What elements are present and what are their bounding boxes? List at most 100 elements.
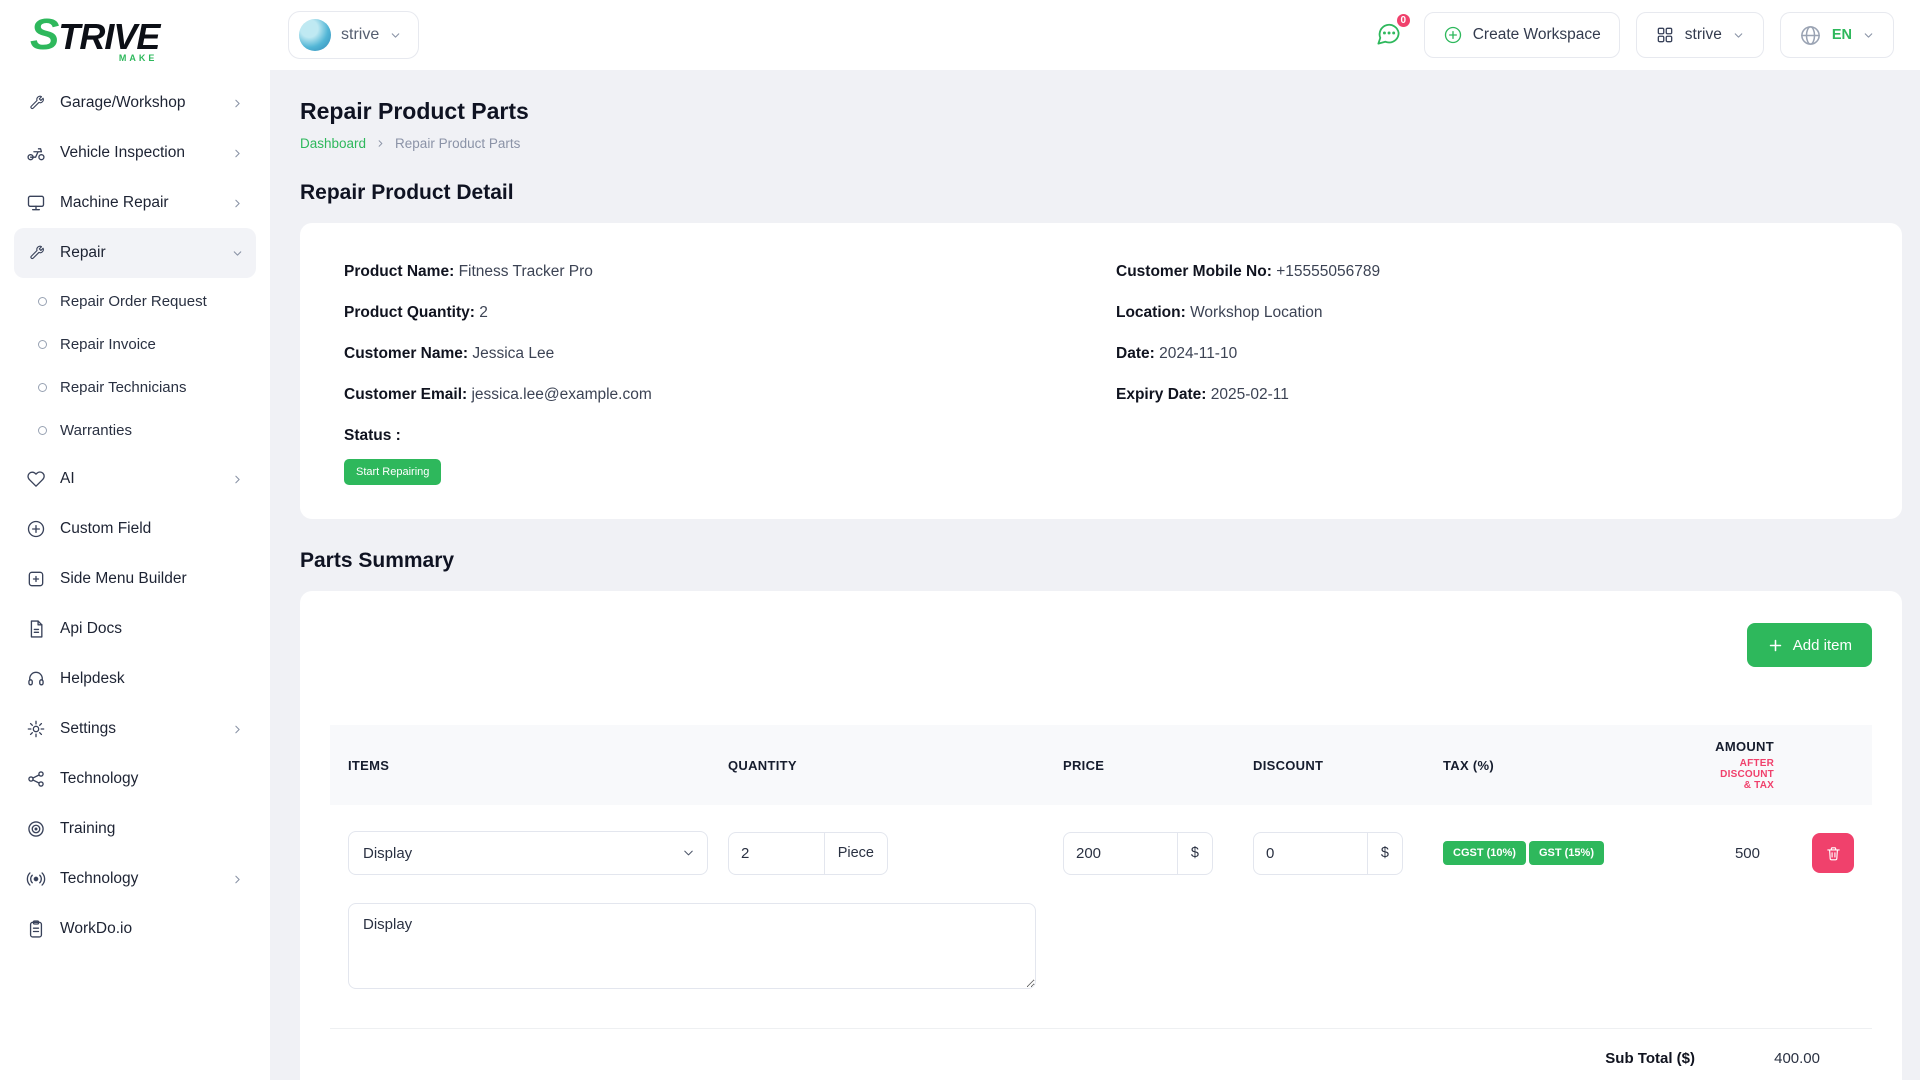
sidebar-item-label: Side Menu Builder — [60, 570, 187, 588]
chevron-down-icon — [1862, 29, 1875, 42]
price-unit: $ — [1177, 833, 1212, 874]
tax-badge-gst: GST (15%) — [1529, 841, 1604, 865]
detail-label: Product Name: — [344, 263, 454, 280]
sidebar-item-repair-invoice[interactable]: Repair Invoice — [28, 323, 256, 366]
plus-circle-icon — [1443, 25, 1463, 45]
top-header: STRIVE MAKE strive 0 Create Workspace — [0, 0, 1920, 70]
main-content: Repair Product Parts Dashboard Repair Pr… — [270, 0, 1920, 1080]
clipboard-icon — [26, 919, 46, 939]
bullet-icon — [38, 297, 47, 306]
sidebar-item-label: Settings — [60, 720, 116, 738]
price-input[interactable] — [1064, 833, 1177, 874]
breadcrumb-dashboard-link[interactable]: Dashboard — [300, 136, 366, 151]
sidebar-item-warranties[interactable]: Warranties — [28, 409, 256, 452]
breadcrumb: Dashboard Repair Product Parts — [300, 136, 1902, 151]
repair-submenu: Repair Order Request Repair Invoice Repa… — [14, 278, 256, 454]
brand-area: STRIVE MAKE — [0, 13, 270, 57]
create-workspace-label: Create Workspace — [1473, 26, 1601, 44]
chevron-down-icon — [681, 846, 696, 861]
target-icon — [26, 819, 46, 839]
sidebar-item-ai[interactable]: AI — [14, 454, 256, 504]
delete-item-button[interactable] — [1812, 833, 1854, 873]
col-amount-note: AFTER DISCOUNT & TAX — [1711, 758, 1774, 791]
sidebar-item-repair[interactable]: Repair — [14, 228, 256, 278]
parts-summary-card: Add item ITEMS QUANTITY PRICE DISCOUNT T… — [300, 591, 1902, 1080]
sidebar-item-settings[interactable]: Settings — [14, 704, 256, 754]
document-icon — [26, 619, 46, 639]
sidebar: Garage/Workshop Vehicle Inspection Machi… — [0, 70, 270, 1080]
sidebar-item-vehicle-inspection[interactable]: Vehicle Inspection — [14, 128, 256, 178]
detail-right-column: Customer Mobile No: +15555056789 Locatio… — [1116, 263, 1858, 485]
add-item-button[interactable]: Add item — [1747, 623, 1872, 667]
motorbike-icon — [26, 143, 46, 163]
detail-value: 2025-02-11 — [1211, 386, 1289, 403]
plus-circle-icon — [26, 519, 46, 539]
header-actions: 0 Create Workspace strive EN — [1369, 12, 1894, 58]
quantity-input[interactable] — [729, 833, 824, 874]
tax-cell: CGST (10%) GST (15%) — [1443, 841, 1711, 865]
sidebar-subitem-label: Repair Order Request — [60, 293, 207, 310]
detail-value: +15555056789 — [1276, 263, 1380, 280]
sidebar-item-label: WorkDo.io — [60, 920, 132, 938]
machine-icon — [26, 193, 46, 213]
sidebar-item-training[interactable]: Training — [14, 804, 256, 854]
discount-group: $ — [1253, 832, 1403, 875]
chevron-right-icon — [375, 138, 386, 149]
detail-value: Fitness Tracker Pro — [459, 263, 593, 280]
item-description-textarea[interactable]: Display — [348, 903, 1036, 989]
tax-badge-cgst: CGST (10%) — [1443, 841, 1526, 865]
workspace-name: strive — [341, 26, 379, 44]
sidebar-item-repair-technicians[interactable]: Repair Technicians — [28, 366, 256, 409]
sidebar-item-side-menu-builder[interactable]: Side Menu Builder — [14, 554, 256, 604]
sidebar-item-machine-repair[interactable]: Machine Repair — [14, 178, 256, 228]
sidebar-item-technology[interactable]: Technology — [14, 754, 256, 804]
quantity-group: Piece — [728, 832, 888, 875]
subtotal-value: 400.00 — [1695, 1050, 1820, 1067]
page-title: Repair Product Parts — [300, 98, 1902, 125]
chevron-down-icon — [1732, 29, 1745, 42]
sidebar-item-technology-2[interactable]: Technology — [14, 854, 256, 904]
account-name: strive — [1685, 26, 1722, 44]
sidebar-item-helpdesk[interactable]: Helpdesk — [14, 654, 256, 704]
col-amount: AMOUNT AFTER DISCOUNT & TAX — [1711, 739, 1774, 791]
brand-logo[interactable]: STRIVE MAKE — [30, 13, 159, 57]
sidebar-item-api-docs[interactable]: Api Docs — [14, 604, 256, 654]
share-nodes-icon — [26, 769, 46, 789]
messages-button[interactable]: 0 — [1369, 14, 1408, 56]
item-select-wrap: Display — [348, 831, 708, 875]
sidebar-subitem-label: Repair Invoice — [60, 336, 156, 353]
breadcrumb-current: Repair Product Parts — [395, 136, 520, 151]
detail-value: Jessica Lee — [472, 345, 554, 362]
bullet-icon — [38, 426, 47, 435]
workspace-switcher[interactable]: strive — [288, 11, 419, 59]
sidebar-item-label: Garage/Workshop — [60, 94, 186, 112]
sidebar-item-label: Technology — [60, 870, 138, 888]
brand-logo-rest: TRIVE — [58, 19, 159, 55]
sidebar-item-repair-order-request[interactable]: Repair Order Request — [28, 280, 256, 323]
account-dropdown[interactable]: strive — [1636, 12, 1764, 58]
create-workspace-button[interactable]: Create Workspace — [1424, 12, 1620, 58]
globe-icon — [1799, 24, 1822, 47]
broadcast-icon — [26, 869, 46, 889]
item-select[interactable]: Display — [348, 831, 708, 875]
language-selector[interactable]: EN — [1780, 12, 1894, 58]
repair-product-detail-card: Product Name: Fitness Tracker Pro Produc… — [300, 223, 1902, 519]
add-item-label: Add item — [1793, 637, 1852, 654]
sidebar-item-label: Vehicle Inspection — [60, 144, 185, 162]
sidebar-item-workdo-io[interactable]: WorkDo.io — [14, 904, 256, 954]
sidebar-item-label: Repair — [60, 244, 106, 262]
plus-icon — [1767, 637, 1784, 654]
col-tax: TAX (%) — [1443, 758, 1711, 773]
price-group: $ — [1063, 832, 1213, 875]
start-repairing-button[interactable]: Start Repairing — [344, 459, 441, 485]
sidebar-item-custom-field[interactable]: Custom Field — [14, 504, 256, 554]
sidebar-item-label: Helpdesk — [60, 670, 125, 688]
parts-table-row: Display Piece $ — [330, 805, 1872, 875]
discount-input[interactable] — [1254, 833, 1367, 874]
sidebar-item-garage-workshop[interactable]: Garage/Workshop — [14, 78, 256, 128]
totals-section: Sub Total ($) 400.00 Discount ($) 0.00 — [330, 1028, 1872, 1080]
chevron-down-icon — [389, 29, 402, 42]
trash-icon — [1825, 845, 1842, 862]
chevron-right-icon — [231, 97, 244, 110]
detail-left-column: Product Name: Fitness Tracker Pro Produc… — [344, 263, 1086, 485]
